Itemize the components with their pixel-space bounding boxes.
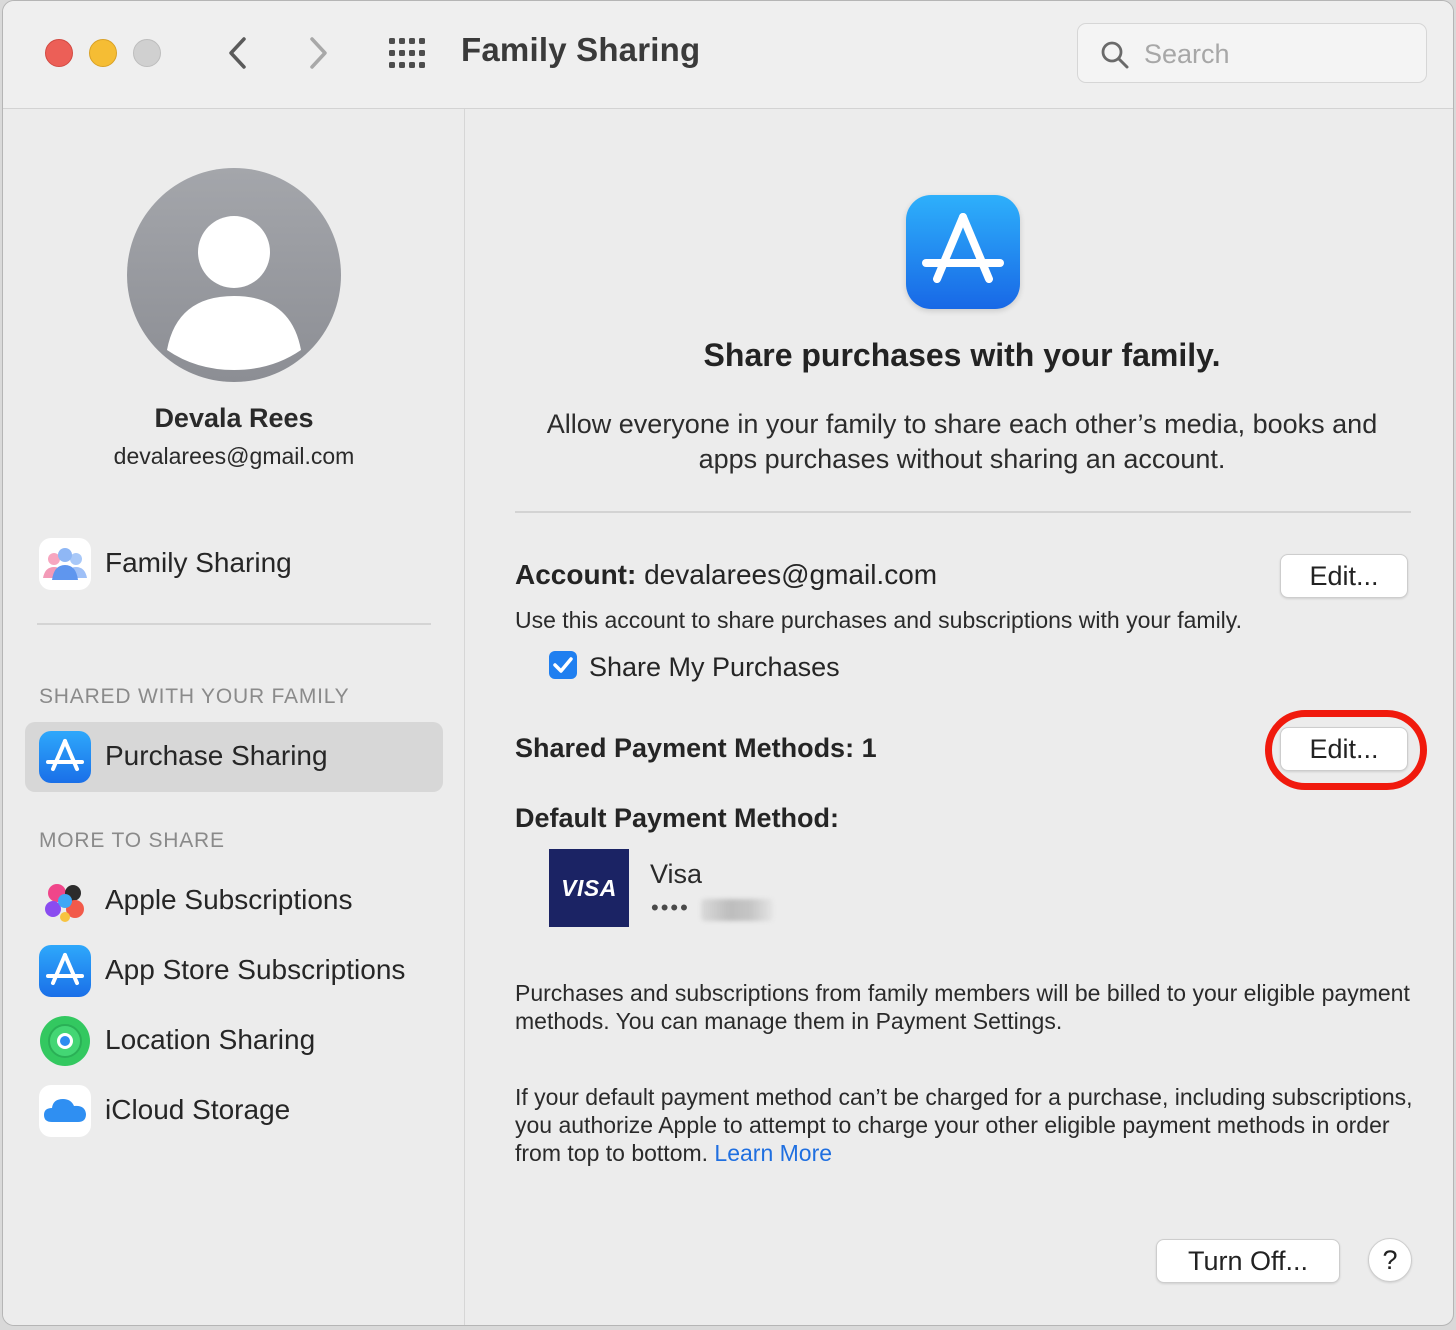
system-preferences-window: Family Sharing Devala Rees devalarees@gm…: [2, 0, 1454, 1326]
search-icon: [1101, 41, 1129, 69]
show-all-button[interactable]: [385, 35, 431, 71]
user-name: Devala Rees: [154, 403, 314, 433]
sidebar-item-label: iCloud Storage: [105, 1094, 291, 1125]
sidebar-item-app-store-subscriptions[interactable]: App Store Subscriptions: [25, 936, 443, 1006]
user-email: devalarees@gmail.com: [113, 443, 355, 469]
page-headline: Share purchases with your family.: [703, 337, 1221, 373]
shared-payment-methods-label: Shared Payment Methods: 1: [515, 733, 877, 763]
card-number-redacted: [701, 899, 773, 921]
avatar: [127, 168, 341, 382]
learn-more-link[interactable]: Learn More: [714, 1140, 832, 1166]
checkmark-icon: [553, 657, 573, 673]
help-button[interactable]: ?: [1368, 1238, 1412, 1282]
sidebar-item-location-sharing[interactable]: Location Sharing: [25, 1006, 443, 1076]
grid-icon: [389, 38, 425, 68]
chevron-right-icon: [310, 37, 327, 69]
window-title: Family Sharing: [461, 31, 701, 68]
card-name: Visa: [650, 859, 703, 889]
family-sharing-icon: [39, 538, 91, 590]
chevron-left-icon: [229, 37, 246, 69]
sidebar-item-label: Apple Subscriptions: [105, 884, 353, 915]
sidebar-item-label: Family Sharing: [105, 547, 292, 578]
app-store-icon: [39, 731, 91, 783]
account-label: Account:: [515, 559, 637, 590]
sidebar-item-label: App Store Subscriptions: [105, 954, 406, 985]
sidebar-item-apple-subscriptions[interactable]: Apple Subscriptions: [25, 866, 443, 936]
app-store-icon: [906, 195, 1020, 309]
sidebar: Devala Rees devalarees@gmail.com Family …: [3, 109, 465, 1325]
close-window-button[interactable]: [45, 39, 73, 67]
back-button[interactable]: [217, 31, 257, 75]
account-value: devalarees@gmail.com: [644, 559, 938, 590]
card-masked-number: ••••: [651, 895, 690, 920]
highlight-ring: [1265, 710, 1427, 790]
person-silhouette-icon: [167, 216, 301, 370]
billing-info-text: Purchases and subscriptions from family …: [515, 980, 1410, 1034]
share-my-purchases-label: Share My Purchases: [589, 652, 840, 682]
icloud-icon: [39, 1085, 91, 1137]
account-description: Use this account to share purchases and …: [515, 607, 1242, 633]
turn-off-button[interactable]: Turn Off...: [1156, 1239, 1340, 1283]
divider: [515, 511, 1411, 513]
page-description: Allow everyone in your family to share e…: [546, 409, 1378, 474]
zoom-window-button[interactable]: [133, 39, 161, 67]
find-my-icon: [39, 1015, 91, 1067]
section-header-more: MORE TO SHARE: [39, 829, 225, 852]
section-header-shared: SHARED WITH YOUR FAMILY: [39, 685, 350, 708]
share-my-purchases-checkbox[interactable]: [549, 651, 577, 679]
authorization-text: If your default payment method can’t be …: [515, 1083, 1415, 1167]
minimize-window-button[interactable]: [89, 39, 117, 67]
sidebar-item-family-sharing[interactable]: Family Sharing: [25, 529, 443, 599]
apple-subscriptions-icon: [39, 875, 91, 927]
sidebar-item-label: Location Sharing: [105, 1024, 316, 1055]
default-payment-method-label: Default Payment Method:: [515, 803, 840, 833]
account-row: Account: devalarees@gmail.com: [515, 559, 937, 591]
forward-button[interactable]: [299, 31, 339, 75]
authorization-text-body: If your default payment method can’t be …: [515, 1084, 1413, 1166]
sidebar-divider: [37, 623, 431, 625]
account-edit-button[interactable]: Edit...: [1280, 554, 1408, 598]
sidebar-item-label: Purchase Sharing: [105, 740, 328, 771]
visa-card-logo: VISA: [549, 849, 629, 927]
app-store-icon: [39, 945, 91, 997]
sidebar-item-purchase-sharing[interactable]: Purchase Sharing: [25, 722, 443, 792]
sidebar-item-icloud-storage[interactable]: iCloud Storage: [25, 1076, 443, 1146]
title-bar: Family Sharing: [3, 1, 1453, 109]
main-pane: Share purchases with your family. Allow …: [465, 109, 1453, 1325]
search-field[interactable]: [1077, 23, 1427, 83]
search-input[interactable]: [1144, 34, 1414, 74]
